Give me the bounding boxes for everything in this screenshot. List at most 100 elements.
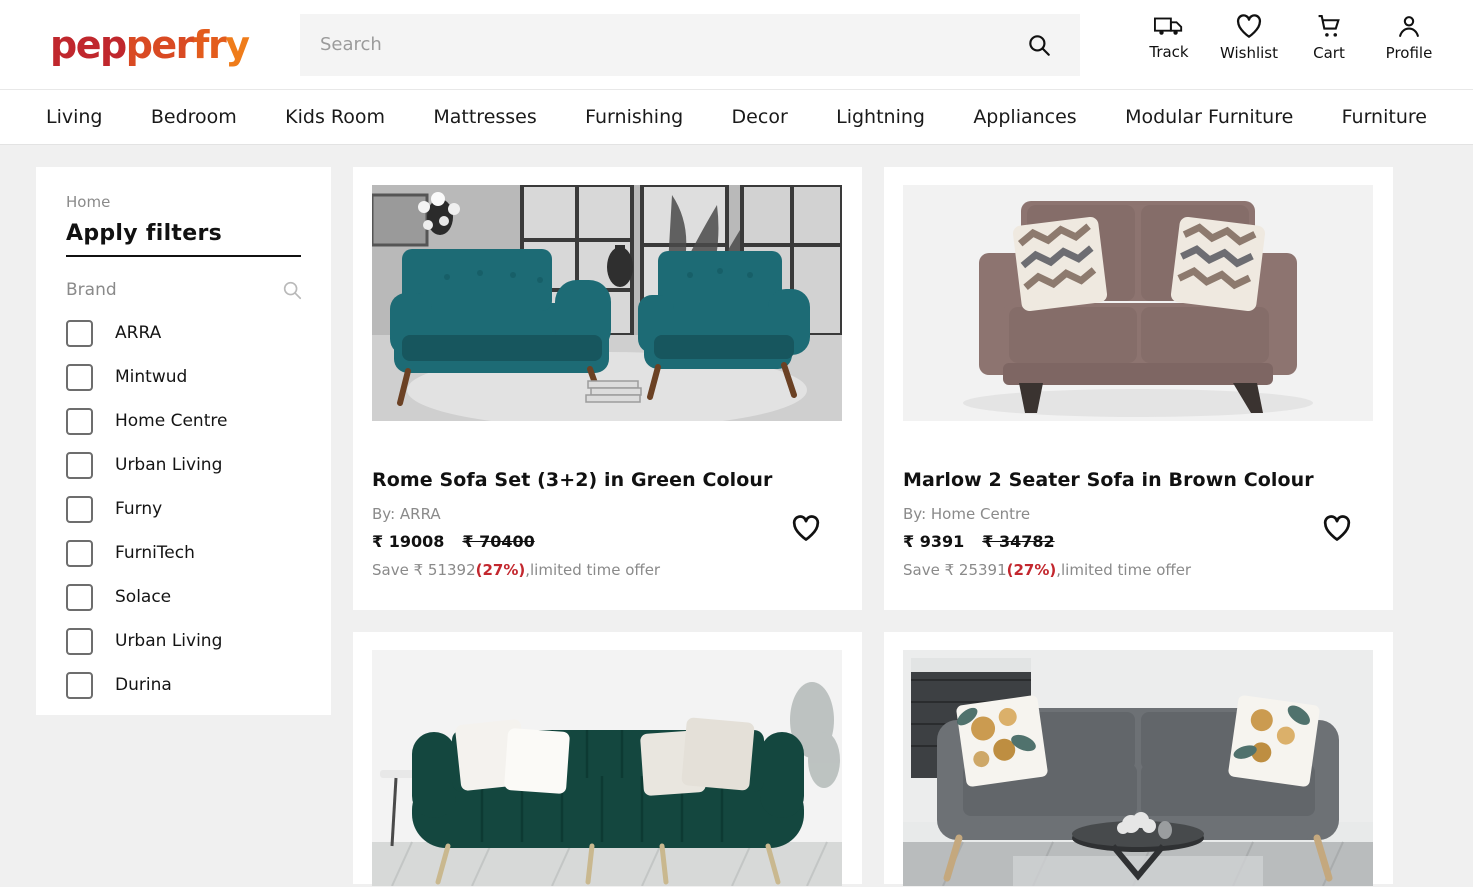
search-icon[interactable] — [281, 279, 303, 301]
savings-amount: Save ₹ 51392 — [372, 561, 476, 579]
brand-filter-option-furny[interactable]: Furny — [66, 487, 301, 531]
checkbox[interactable] — [66, 363, 93, 391]
product-strike-price: ₹ 34782 — [982, 532, 1055, 551]
checkbox[interactable] — [66, 671, 93, 699]
brand-logo[interactable]: pepperfry — [0, 26, 300, 64]
checkbox[interactable] — [66, 627, 93, 655]
checkbox[interactable] — [66, 495, 93, 523]
product-image[interactable] — [372, 185, 842, 421]
brand-filter-option-urban-living[interactable]: Urban Living — [66, 443, 301, 487]
brand-prefix: By: — [903, 505, 931, 523]
product-card[interactable] — [353, 632, 862, 886]
header-actions: Track Wishlist Cart Profile — [1129, 14, 1449, 62]
header-action-label: Profile — [1385, 44, 1433, 62]
nav-item-decor[interactable]: Decor — [732, 106, 788, 128]
brand-filter-label: Furny — [115, 499, 163, 519]
brand-filter-label: FurniTech — [115, 543, 195, 563]
product-title[interactable]: Marlow 2 Seater Sofa in Brown Colour — [903, 469, 1374, 491]
brand-filter-label: Urban Living — [115, 631, 223, 651]
savings-amount: Save ₹ 25391 — [903, 561, 1007, 579]
product-image[interactable] — [903, 185, 1373, 421]
cart-icon — [1316, 14, 1342, 39]
product-price: ₹ 19008 — [372, 532, 445, 551]
brand-filter-option-durina[interactable]: Durina — [66, 663, 301, 707]
search-bar[interactable]: Search — [300, 13, 1080, 76]
product-brand: By: Home Centre — [903, 505, 1374, 523]
brand-filter-option-mintwud[interactable]: Mintwud — [66, 355, 301, 399]
product-card[interactable]: Marlow 2 Seater Sofa in Brown Colour By:… — [884, 167, 1393, 610]
nav-item-appliances[interactable]: Appliances — [973, 106, 1076, 128]
header-action-label: Cart — [1313, 44, 1345, 62]
header-action-label: Wishlist — [1219, 44, 1279, 62]
brand-filter-label: Brand — [66, 280, 117, 300]
site-header: pepperfry Search Track Wishlist Cart Pro… — [0, 0, 1473, 90]
header-action-profile[interactable]: Profile — [1369, 14, 1449, 62]
checkbox[interactable] — [66, 539, 93, 567]
header-action-cart[interactable]: Cart — [1289, 14, 1369, 62]
product-image[interactable] — [372, 650, 842, 886]
brand-filter-header: Brand — [66, 279, 303, 301]
checkbox[interactable] — [66, 319, 93, 347]
checkbox[interactable] — [66, 451, 93, 479]
nav-item-mattresses[interactable]: Mattresses — [433, 106, 536, 128]
brand-filter-label: Urban Living — [115, 455, 223, 475]
brand-filter-label: Durina — [115, 675, 172, 695]
person-icon — [1396, 14, 1422, 39]
savings-percent: (27%) — [475, 561, 526, 579]
nav-item-modular-furniture[interactable]: Modular Furniture — [1125, 106, 1293, 128]
brand-filter-label: Mintwud — [115, 367, 188, 387]
product-image[interactable] — [903, 650, 1373, 886]
filter-sidebar: Home Apply filters Brand ARRA Mintwud Ho… — [36, 167, 331, 715]
savings-suffix: ,limited time offer — [525, 561, 661, 579]
product-savings: Save ₹ 25391(27%),limited time offer — [903, 561, 1374, 579]
brand-filter-option-arra[interactable]: ARRA — [66, 311, 301, 355]
page-body: Home Apply filters Brand ARRA Mintwud Ho… — [0, 145, 1473, 886]
nav-item-kids-room[interactable]: Kids Room — [285, 106, 385, 128]
wishlist-button[interactable] — [1322, 515, 1352, 542]
checkbox[interactable] — [66, 407, 93, 435]
brand-filter-list: ARRA Mintwud Home Centre Urban Living Fu… — [36, 311, 331, 707]
price-line: ₹ 9391 ₹ 34782 — [903, 532, 1374, 551]
brand-prefix: By: — [372, 505, 400, 523]
heart-icon — [1235, 14, 1263, 39]
brand-filter-option-solace[interactable]: Solace — [66, 575, 301, 619]
brand-filter-label: Solace — [115, 587, 172, 607]
product-title[interactable]: Rome Sofa Set (3+2) in Green Colour — [372, 469, 843, 491]
nav-item-furniture[interactable]: Furniture — [1342, 106, 1427, 128]
product-card[interactable]: Rome Sofa Set (3+2) in Green Colour By: … — [353, 167, 862, 610]
breadcrumb[interactable]: Home — [36, 193, 331, 211]
category-nav: Living Bedroom Kids Room Mattresses Furn… — [0, 90, 1473, 145]
logo-part-4: r — [207, 22, 227, 67]
price-line: ₹ 19008 ₹ 70400 — [372, 532, 843, 551]
product-price: ₹ 9391 — [903, 532, 965, 551]
brand-filter-option-furnitech[interactable]: FurniTech — [66, 531, 301, 575]
product-card[interactable] — [884, 632, 1393, 886]
nav-item-furnishing[interactable]: Furnishing — [585, 106, 683, 128]
product-grid: Rome Sofa Set (3+2) in Green Colour By: … — [353, 167, 1393, 886]
nav-item-bedroom[interactable]: Bedroom — [151, 106, 237, 128]
savings-percent: (27%) — [1006, 561, 1057, 579]
logo-part-2: per — [125, 22, 195, 67]
wishlist-button[interactable] — [791, 515, 821, 542]
brand-name: ARRA — [399, 505, 441, 523]
search-icon[interactable] — [1026, 32, 1052, 58]
header-action-track[interactable]: Track — [1129, 14, 1209, 62]
product-savings: Save ₹ 51392(27%),limited time offer — [372, 561, 843, 579]
savings-suffix: ,limited time offer — [1056, 561, 1192, 579]
search-input[interactable]: Search — [320, 34, 382, 55]
truck-icon — [1154, 14, 1184, 38]
brand-filter-option-home-centre[interactable]: Home Centre — [66, 399, 301, 443]
header-action-wishlist[interactable]: Wishlist — [1209, 14, 1289, 62]
logo-part-5: y — [225, 22, 250, 67]
nav-item-lightning[interactable]: Lightning — [836, 106, 925, 128]
brand-filter-option-urban-living-2[interactable]: Urban Living — [66, 619, 301, 663]
checkbox[interactable] — [66, 583, 93, 611]
brand-name: Home Centre — [930, 505, 1031, 523]
apply-filters-header: Apply filters — [66, 221, 301, 257]
page-title: Apply filters — [66, 221, 222, 246]
header-action-label: Track — [1149, 43, 1189, 61]
product-strike-price: ₹ 70400 — [462, 532, 535, 551]
brand-filter-label: Home Centre — [115, 411, 228, 431]
brand-filter-label: ARRA — [115, 323, 162, 343]
nav-item-living[interactable]: Living — [46, 106, 103, 128]
